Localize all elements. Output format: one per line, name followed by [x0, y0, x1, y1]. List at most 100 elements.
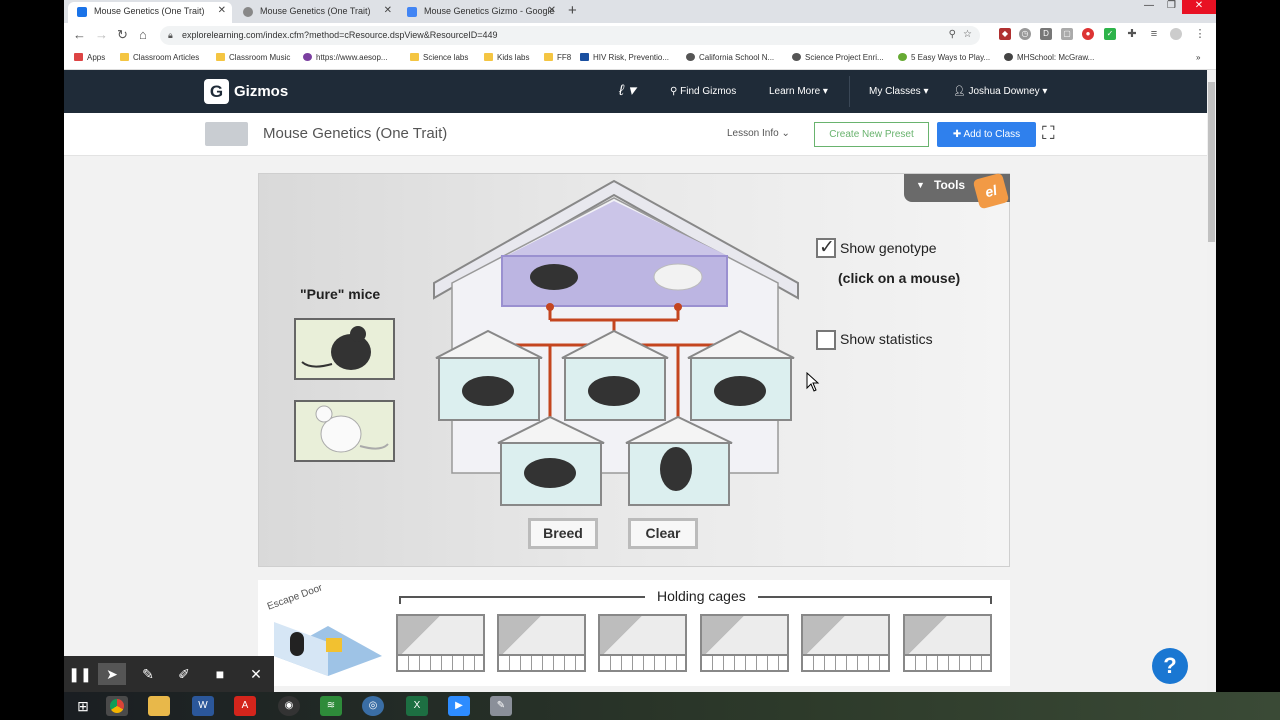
avatar[interactable]	[1170, 28, 1182, 40]
new-tab-button[interactable]: +	[568, 2, 577, 19]
tab-mouse-genetics-2[interactable]: Mouse Genetics (One Trait) ✕	[234, 2, 398, 23]
pure-white-mouse[interactable]	[294, 400, 395, 462]
tab-mouse-genetics[interactable]: Mouse Genetics (One Trait) ✕	[68, 2, 232, 23]
breed-button[interactable]: Breed	[528, 518, 598, 549]
holding-cage[interactable]	[801, 614, 890, 672]
forward-icon[interactable]: →	[95, 27, 108, 42]
holding-cage[interactable]	[700, 614, 789, 672]
find-gizmos-link[interactable]: ⚲ Find Gizmos	[670, 86, 736, 97]
white-mouse-image	[315, 405, 389, 453]
close-icon[interactable]: ✕	[242, 663, 270, 685]
clear-button[interactable]: Clear	[628, 518, 698, 549]
close-icon[interactable]: ✕	[218, 5, 226, 16]
minimize-icon[interactable]: —	[1144, 0, 1154, 11]
globe-icon	[243, 7, 253, 17]
learn-more-menu[interactable]: Learn More ▾	[769, 86, 828, 97]
zoom-app-icon[interactable]: ▶	[448, 696, 470, 716]
pause-icon[interactable]: ❚❚	[66, 663, 94, 685]
show-statistics-label[interactable]: Show statistics	[840, 331, 933, 347]
bookmark-item[interactable]: 5 Easy Ways to Play...	[898, 53, 990, 62]
excel-icon[interactable]: X	[406, 696, 428, 716]
pure-black-mouse[interactable]	[294, 318, 395, 380]
bookmark-item[interactable]: Classroom Music	[216, 53, 290, 62]
app-icon[interactable]: ✎	[490, 696, 512, 716]
close-icon[interactable]: ✕	[548, 5, 556, 16]
bookmark-item[interactable]: California School N...	[686, 53, 774, 62]
user-menu[interactable]: 👤︎ Joshua Downey ▾	[953, 86, 1047, 97]
bookmark-item[interactable]: https://www.aesop...	[303, 53, 388, 62]
black-mouse[interactable]	[530, 264, 578, 290]
click-hint: (click on a mouse)	[838, 270, 961, 286]
help-button[interactable]: ?	[1152, 648, 1188, 684]
checkmark-icon: ✓	[819, 237, 835, 258]
holding-cage[interactable]	[903, 614, 992, 672]
bookmark-apps[interactable]: Apps	[74, 53, 105, 62]
show-statistics-checkbox[interactable]	[816, 330, 836, 350]
holding-cage[interactable]	[598, 614, 687, 672]
restore-icon[interactable]: ❐	[1167, 0, 1176, 11]
chrome-icon[interactable]	[106, 696, 128, 716]
white-mouse[interactable]	[653, 263, 703, 291]
app-icon[interactable]: ≋	[320, 696, 342, 716]
back-icon[interactable]: ←	[73, 27, 86, 42]
fullscreen-icon[interactable]: ⛶	[1042, 123, 1055, 144]
extension-icon[interactable]: ◷	[1019, 28, 1031, 40]
gizmos-logo-icon[interactable]: G	[204, 79, 229, 104]
bookmark-item[interactable]: Kids labs	[484, 53, 529, 62]
address-bar[interactable]: 🔒︎ explorelearning.com/index.cfm?method=…	[160, 26, 980, 45]
home-icon[interactable]: ⌂	[139, 27, 147, 42]
scrollbar-thumb[interactable]	[1208, 82, 1215, 242]
bookmark-item[interactable]: FF8	[544, 53, 571, 62]
window-close-button[interactable]: ✕	[1182, 0, 1216, 14]
file-explorer-icon[interactable]	[148, 696, 170, 716]
app-icon[interactable]: ◉	[278, 696, 300, 716]
bookmark-star-icon[interactable]: ☆	[963, 29, 972, 40]
chevron-down-icon: ⌄	[781, 128, 790, 139]
page-scrollbar[interactable]	[1207, 70, 1216, 692]
pointer-icon[interactable]: ➤	[98, 663, 126, 685]
extension-icon[interactable]: ◆	[999, 28, 1011, 40]
my-classes-menu[interactable]: My Classes ▾	[869, 86, 929, 97]
camera-icon[interactable]: ■	[206, 663, 234, 685]
show-genotype-checkbox[interactable]: ✓	[816, 237, 836, 258]
explorelearning-icon[interactable]: ℓ ▾	[619, 81, 636, 99]
cage-floor	[398, 654, 483, 670]
lesson-info-dropdown[interactable]: Lesson Info ⌄	[727, 128, 790, 139]
reload-icon[interactable]: ↻	[117, 27, 128, 43]
tab-google-doc[interactable]: Mouse Genetics Gizmo - Google ✕	[398, 2, 562, 23]
create-new-preset-button[interactable]: Create New Preset	[814, 122, 929, 147]
menu-icon[interactable]: ⋮	[1194, 28, 1206, 40]
holding-cage[interactable]	[396, 614, 485, 672]
holding-cage[interactable]	[497, 614, 586, 672]
brand-name[interactable]: Gizmos	[234, 83, 288, 100]
extension-icon[interactable]: D	[1040, 28, 1052, 40]
add-to-class-button[interactable]: ✚ Add to Class	[937, 122, 1036, 147]
extension-icon[interactable]: ●	[1082, 28, 1094, 40]
close-icon[interactable]: ✕	[384, 5, 392, 16]
bookmark-label: Science labs	[423, 53, 469, 62]
extension-icon[interactable]: ✓	[1104, 28, 1116, 40]
bookmark-item[interactable]: MHSchool: McGraw...	[1004, 53, 1094, 62]
extension-icon[interactable]: ▢	[1061, 28, 1073, 40]
bookmark-item[interactable]: Science labs	[410, 53, 468, 62]
escape-room[interactable]	[268, 612, 386, 676]
zoom-icon[interactable]: ⚲	[949, 29, 956, 40]
word-icon[interactable]: W	[192, 696, 214, 716]
puzzle-icon[interactable]: ✚	[1126, 28, 1138, 40]
browser-window: Mouse Genetics (One Trait) ✕ Mouse Genet…	[64, 0, 1216, 692]
bookmarks-overflow-icon[interactable]: »	[1196, 53, 1200, 62]
bookmark-item[interactable]: Science Project Enri...	[792, 53, 884, 62]
app-icon[interactable]: ◎	[362, 696, 384, 716]
pen-icon[interactable]: ✎	[134, 663, 162, 685]
playlist-icon[interactable]: ≡	[1148, 28, 1160, 40]
show-genotype-label[interactable]: Show genotype	[840, 240, 937, 256]
bookmark-item[interactable]: Classroom Articles	[120, 53, 199, 62]
windows-start-icon[interactable]: ⊞	[72, 696, 94, 716]
tools-tab[interactable]: ▼ Tools el	[904, 172, 1010, 210]
tab-title: Mouse Genetics (One Trait)	[94, 6, 205, 16]
user-icon: 👤︎	[953, 86, 969, 97]
bookmark-item[interactable]: HIV Risk, Preventio...	[580, 53, 669, 62]
highlighter-icon[interactable]: ✐	[170, 663, 198, 685]
acrobat-icon[interactable]: A	[234, 696, 256, 716]
plus-icon: ✚	[952, 129, 964, 140]
